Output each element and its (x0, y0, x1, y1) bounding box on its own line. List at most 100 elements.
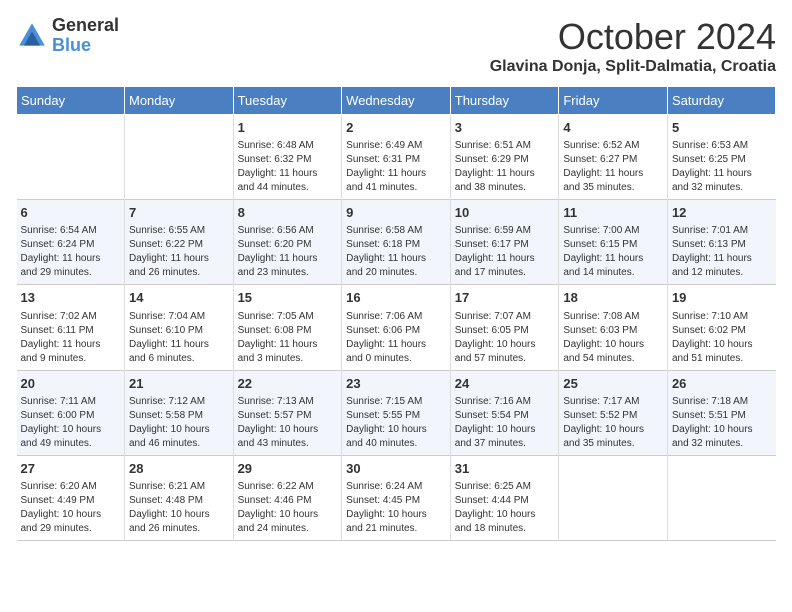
cell-content-3-0: Sunrise: 7:11 AM Sunset: 6:00 PM Dayligh… (21, 395, 120, 451)
cell-3-0: 20 Sunrise: 7:11 AM Sunset: 6:00 PM Dayli… (17, 370, 125, 455)
cell-3-3: 23Sunrise: 7:15 AM Sunset: 5:55 PM Dayli… (342, 370, 451, 455)
cell-4-2: 29Sunrise: 6:22 AM Sunset: 4:46 PM Dayli… (233, 455, 342, 540)
day-num-3-2: 22 (238, 375, 338, 393)
logo-text: General Blue (52, 16, 119, 56)
day-num-0-4: 3 (455, 119, 555, 137)
location-title: Glavina Donja, Split-Dalmatia, Croatia (490, 58, 776, 76)
cell-content-1-0: Sunrise: 6:54 AM Sunset: 6:24 PM Dayligh… (21, 224, 120, 280)
logo: General Blue (16, 16, 119, 56)
day-num-4-3: 30 (346, 460, 446, 478)
cell-3-2: 22 Sunrise: 7:13 AM Sunset: 5:57 PM Dayli… (233, 370, 342, 455)
cell-content-4-4: Sunrise: 6:25 AM Sunset: 4:44 PM Dayligh… (455, 480, 555, 536)
title-block: October 2024 Glavina Donja, Split-Dalmat… (490, 16, 776, 76)
logo-blue: Blue (52, 36, 119, 56)
day-num-0-2: 1 (238, 119, 338, 137)
cell-content-1-2: Sunrise: 6:56 AM Sunset: 6:20 PM Dayligh… (238, 224, 338, 280)
day-num-1-0: 6 (21, 204, 120, 222)
header-sunday: Sunday (17, 87, 125, 115)
cell-4-3: 30 Sunrise: 6:24 AM Sunset: 4:45 PM Dayli… (342, 455, 451, 540)
cell-2-0: 13 Sunrise: 7:02 AM Sunset: 6:11 PM Dayli… (17, 285, 125, 370)
day-num-2-3: 16 (346, 289, 446, 307)
header-row: Sunday Monday Tuesday Wednesday Thursday… (17, 87, 776, 115)
header-saturday: Saturday (667, 87, 775, 115)
day-num-2-1: 14 (129, 289, 229, 307)
week-row-0: 1 Sunrise: 6:48 AM Sunset: 6:32 PM Daylig… (17, 115, 776, 200)
cell-0-4: 3Sunrise: 6:51 AM Sunset: 6:29 PM Daylig… (450, 115, 559, 200)
cell-1-2: 8Sunrise: 6:56 AM Sunset: 6:20 PM Daylig… (233, 200, 342, 285)
day-num-1-4: 10 (455, 204, 555, 222)
cell-content-1-6: Sunrise: 7:01 AM Sunset: 6:13 PM Dayligh… (672, 224, 772, 280)
cell-0-2: 1 Sunrise: 6:48 AM Sunset: 6:32 PM Daylig… (233, 115, 342, 200)
cell-2-2: 15 Sunrise: 7:05 AM Sunset: 6:08 PM Dayli… (233, 285, 342, 370)
cell-3-5: 25 Sunrise: 7:17 AM Sunset: 5:52 PM Dayli… (559, 370, 668, 455)
cell-content-2-4: Sunrise: 7:07 AM Sunset: 6:05 PM Dayligh… (455, 310, 555, 366)
week-row-2: 13 Sunrise: 7:02 AM Sunset: 6:11 PM Dayli… (17, 285, 776, 370)
header-wednesday: Wednesday (342, 87, 451, 115)
cell-1-5: 11 Sunrise: 7:00 AM Sunset: 6:15 PM Dayli… (559, 200, 668, 285)
week-row-4: 27Sunrise: 6:20 AM Sunset: 4:49 PM Dayli… (17, 455, 776, 540)
cell-3-4: 24 Sunrise: 7:16 AM Sunset: 5:54 PM Dayli… (450, 370, 559, 455)
cell-content-0-2: Sunrise: 6:48 AM Sunset: 6:32 PM Dayligh… (238, 139, 338, 195)
day-num-1-5: 11 (563, 204, 663, 222)
day-num-2-0: 13 (21, 289, 120, 307)
day-num-2-4: 17 (455, 289, 555, 307)
cell-0-3: 2 Sunrise: 6:49 AM Sunset: 6:31 PM Daylig… (342, 115, 451, 200)
cell-content-1-5: Sunrise: 7:00 AM Sunset: 6:15 PM Dayligh… (563, 224, 663, 280)
day-num-3-5: 25 (563, 375, 663, 393)
cell-0-6: 5 Sunrise: 6:53 AM Sunset: 6:25 PM Daylig… (667, 115, 775, 200)
day-num-1-1: 7 (129, 204, 229, 222)
logo-general: General (52, 16, 119, 36)
cell-3-6: 26Sunrise: 7:18 AM Sunset: 5:51 PM Dayli… (667, 370, 775, 455)
day-num-2-2: 15 (238, 289, 338, 307)
cell-2-1: 14 Sunrise: 7:04 AM Sunset: 6:10 PM Dayli… (124, 285, 233, 370)
day-num-1-3: 9 (346, 204, 446, 222)
day-num-4-2: 29 (238, 460, 338, 478)
cell-content-2-0: Sunrise: 7:02 AM Sunset: 6:11 PM Dayligh… (21, 310, 120, 366)
cell-content-1-4: Sunrise: 6:59 AM Sunset: 6:17 PM Dayligh… (455, 224, 555, 280)
calendar-table: Sunday Monday Tuesday Wednesday Thursday… (16, 86, 776, 541)
week-row-3: 20 Sunrise: 7:11 AM Sunset: 6:00 PM Dayli… (17, 370, 776, 455)
cell-content-2-2: Sunrise: 7:05 AM Sunset: 6:08 PM Dayligh… (238, 310, 338, 366)
header-tuesday: Tuesday (233, 87, 342, 115)
day-num-4-4: 31 (455, 460, 555, 478)
calendar-body: 1 Sunrise: 6:48 AM Sunset: 6:32 PM Daylig… (17, 115, 776, 541)
cell-3-1: 21 Sunrise: 7:12 AM Sunset: 5:58 PM Dayli… (124, 370, 233, 455)
cell-4-0: 27Sunrise: 6:20 AM Sunset: 4:49 PM Dayli… (17, 455, 125, 540)
day-num-0-3: 2 (346, 119, 446, 137)
cell-content-3-5: Sunrise: 7:17 AM Sunset: 5:52 PM Dayligh… (563, 395, 663, 451)
cell-1-6: 12Sunrise: 7:01 AM Sunset: 6:13 PM Dayli… (667, 200, 775, 285)
cell-0-5: 4Sunrise: 6:52 AM Sunset: 6:27 PM Daylig… (559, 115, 668, 200)
day-num-3-4: 24 (455, 375, 555, 393)
day-num-3-1: 21 (129, 375, 229, 393)
week-row-1: 6 Sunrise: 6:54 AM Sunset: 6:24 PM Daylig… (17, 200, 776, 285)
header-friday: Friday (559, 87, 668, 115)
day-num-0-6: 5 (672, 119, 772, 137)
cell-content-4-1: Sunrise: 6:21 AM Sunset: 4:48 PM Dayligh… (129, 480, 229, 536)
cell-content-0-3: Sunrise: 6:49 AM Sunset: 6:31 PM Dayligh… (346, 139, 446, 195)
cell-2-5: 18Sunrise: 7:08 AM Sunset: 6:03 PM Dayli… (559, 285, 668, 370)
calendar-header: Sunday Monday Tuesday Wednesday Thursday… (17, 87, 776, 115)
cell-2-6: 19Sunrise: 7:10 AM Sunset: 6:02 PM Dayli… (667, 285, 775, 370)
day-num-3-3: 23 (346, 375, 446, 393)
day-num-3-0: 20 (21, 375, 120, 393)
cell-content-3-2: Sunrise: 7:13 AM Sunset: 5:57 PM Dayligh… (238, 395, 338, 451)
header-thursday: Thursday (450, 87, 559, 115)
cell-content-1-1: Sunrise: 6:55 AM Sunset: 6:22 PM Dayligh… (129, 224, 229, 280)
cell-content-2-1: Sunrise: 7:04 AM Sunset: 6:10 PM Dayligh… (129, 310, 229, 366)
cell-content-0-6: Sunrise: 6:53 AM Sunset: 6:25 PM Dayligh… (672, 139, 772, 195)
cell-content-3-1: Sunrise: 7:12 AM Sunset: 5:58 PM Dayligh… (129, 395, 229, 451)
day-num-4-1: 28 (129, 460, 229, 478)
page-header: General Blue October 2024 Glavina Donja,… (16, 16, 776, 76)
cell-1-4: 10 Sunrise: 6:59 AM Sunset: 6:17 PM Dayli… (450, 200, 559, 285)
cell-content-2-3: Sunrise: 7:06 AM Sunset: 6:06 PM Dayligh… (346, 310, 446, 366)
cell-4-1: 28 Sunrise: 6:21 AM Sunset: 4:48 PM Dayli… (124, 455, 233, 540)
cell-2-3: 16 Sunrise: 7:06 AM Sunset: 6:06 PM Dayli… (342, 285, 451, 370)
cell-content-4-3: Sunrise: 6:24 AM Sunset: 4:45 PM Dayligh… (346, 480, 446, 536)
day-num-3-6: 26 (672, 375, 772, 393)
day-num-0-5: 4 (563, 119, 663, 137)
month-title: October 2024 (490, 16, 776, 58)
cell-content-3-4: Sunrise: 7:16 AM Sunset: 5:54 PM Dayligh… (455, 395, 555, 451)
cell-4-5 (559, 455, 668, 540)
day-num-4-0: 27 (21, 460, 120, 478)
cell-1-0: 6 Sunrise: 6:54 AM Sunset: 6:24 PM Daylig… (17, 200, 125, 285)
